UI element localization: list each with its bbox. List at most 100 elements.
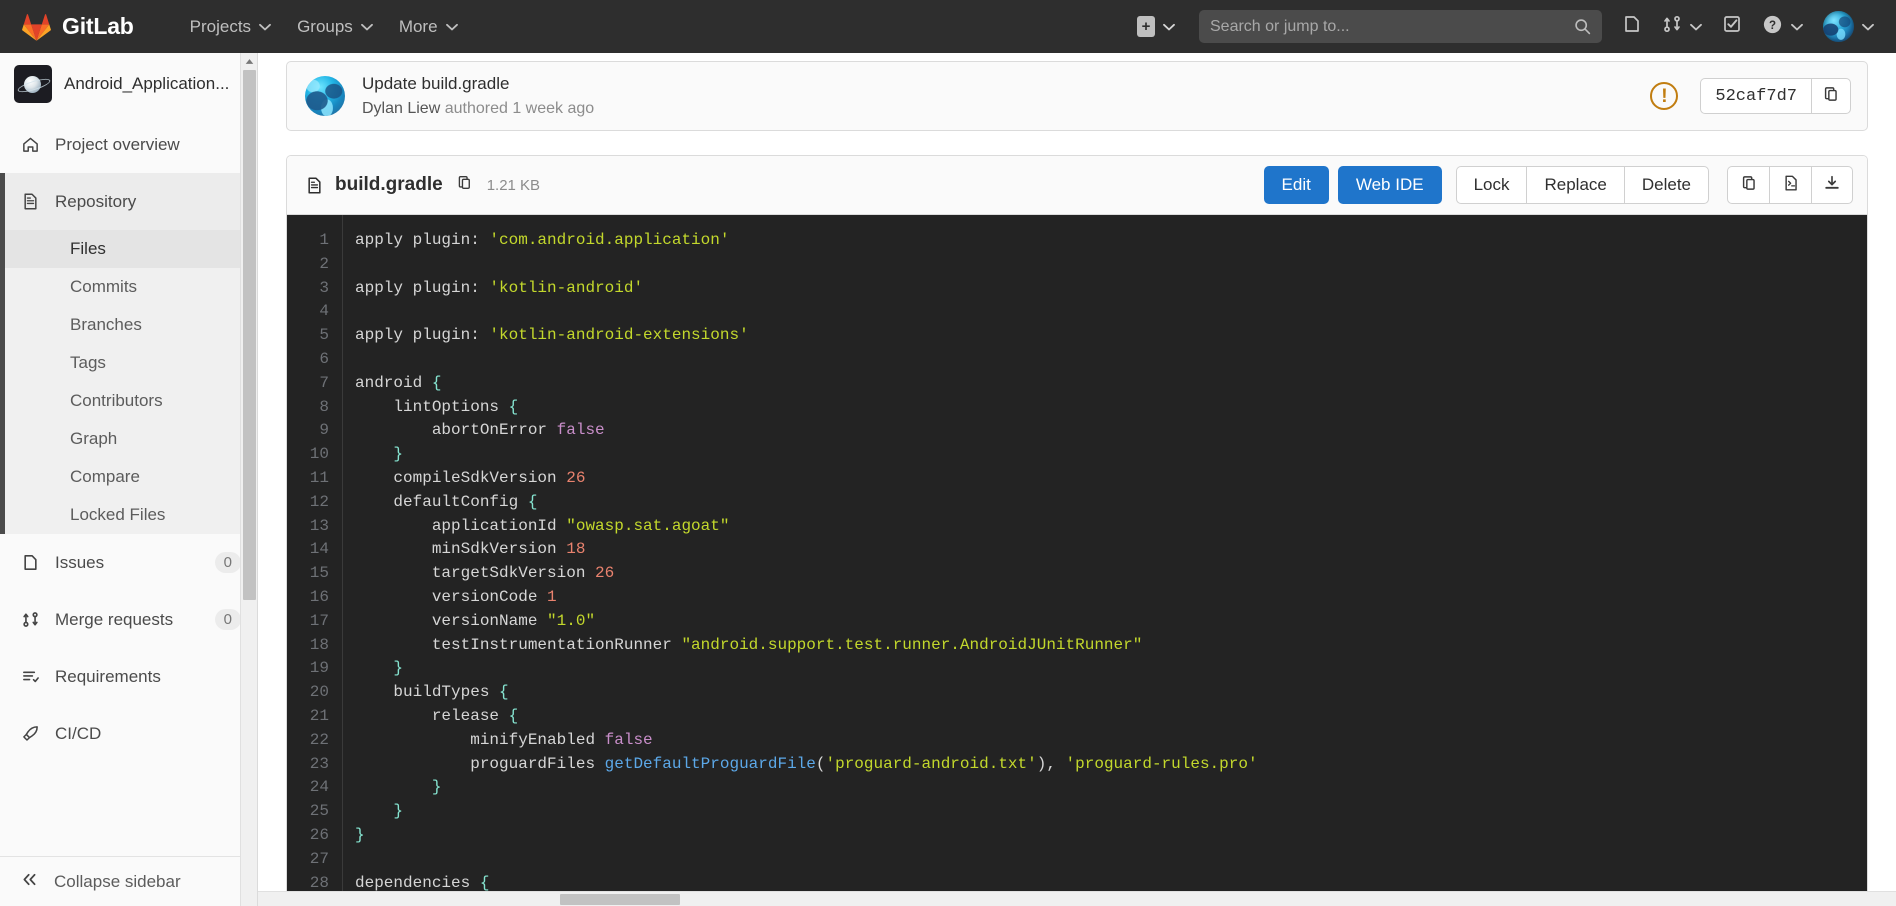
- line-number[interactable]: 8: [287, 396, 342, 420]
- sidebar-item-repository[interactable]: Repository: [0, 173, 257, 230]
- code-line: }: [355, 443, 1867, 467]
- top-navbar: GitLab Projects Groups More + Search or …: [0, 0, 1896, 53]
- line-number[interactable]: 4: [287, 300, 342, 324]
- line-number[interactable]: 12: [287, 491, 342, 515]
- sidebar-subitem-tags[interactable]: Tags: [0, 344, 257, 382]
- lock-button[interactable]: Lock: [1455, 166, 1527, 204]
- line-number[interactable]: 23: [287, 753, 342, 777]
- line-number[interactable]: 14: [287, 538, 342, 562]
- edit-button[interactable]: Edit: [1263, 166, 1329, 204]
- clipboard-icon: [456, 174, 473, 196]
- sidebar-subitem-commits[interactable]: Commits: [0, 268, 257, 306]
- search-icon: [1574, 18, 1591, 35]
- code-content[interactable]: apply plugin: 'com.android.application' …: [343, 215, 1867, 906]
- line-number[interactable]: 16: [287, 586, 342, 610]
- help-nav-button[interactable]: ?: [1762, 14, 1803, 40]
- code-token: false: [556, 421, 605, 440]
- line-number[interactable]: 22: [287, 729, 342, 753]
- open-raw-button[interactable]: [1769, 166, 1811, 204]
- scrollbar-thumb[interactable]: [243, 70, 256, 600]
- create-new-button[interactable]: +: [1135, 12, 1177, 41]
- line-number[interactable]: 2: [287, 253, 342, 277]
- horizontal-scrollbar[interactable]: [258, 891, 1896, 906]
- code-token: abortOnError: [355, 421, 557, 440]
- code-token: }: [355, 825, 365, 844]
- line-number[interactable]: 25: [287, 800, 342, 824]
- line-number[interactable]: 24: [287, 776, 342, 800]
- line-number[interactable]: 15: [287, 562, 342, 586]
- sidebar-subitem-locked-files[interactable]: Locked Files: [0, 496, 257, 534]
- nav-more[interactable]: More: [386, 11, 471, 43]
- delete-button[interactable]: Delete: [1623, 166, 1709, 204]
- rocket-icon: [20, 724, 40, 744]
- web-ide-button[interactable]: Web IDE: [1337, 166, 1442, 204]
- last-commit-card: Update build.gradle Dylan Liew authored …: [286, 61, 1868, 131]
- top-nav-links: Projects Groups More: [177, 11, 471, 43]
- commit-author-name[interactable]: Dylan Liew: [362, 100, 440, 117]
- sidebar-subitem-contributors[interactable]: Contributors: [0, 382, 257, 420]
- line-number[interactable]: 19: [287, 657, 342, 681]
- code-line: }: [355, 776, 1867, 800]
- project-sidebar: Android_Application... Project overview …: [0, 53, 258, 906]
- sidebar-subitem-files[interactable]: Files: [0, 230, 257, 268]
- sidebar-project-header[interactable]: Android_Application...: [0, 53, 257, 116]
- search-input[interactable]: [1210, 17, 1574, 36]
- sidebar-subitem-compare[interactable]: Compare: [0, 458, 257, 496]
- code-token: apply plugin:: [355, 326, 490, 345]
- sidebar-item-issues[interactable]: Issues 0: [0, 534, 257, 591]
- sidebar-scrollbar[interactable]: [240, 53, 257, 906]
- line-number[interactable]: 7: [287, 372, 342, 396]
- line-number[interactable]: 9: [287, 419, 342, 443]
- issues-nav-button[interactable]: [1622, 14, 1642, 39]
- sidebar-subitem-graph[interactable]: Graph: [0, 420, 257, 458]
- gitlab-home-link[interactable]: GitLab: [22, 13, 134, 41]
- code-token: {: [479, 873, 490, 892]
- code-token: compileSdkVersion: [355, 468, 567, 487]
- warning-exclamation-icon[interactable]: !: [1650, 82, 1679, 110]
- line-number[interactable]: 13: [287, 515, 342, 539]
- line-number[interactable]: 20: [287, 681, 342, 705]
- top-right-actions: + Search or jump to... ?: [1135, 10, 1896, 43]
- scrollbar-thumb[interactable]: [560, 894, 680, 905]
- line-number[interactable]: 3: [287, 277, 342, 301]
- sidebar-item-cicd[interactable]: CI/CD: [0, 705, 257, 762]
- line-number-gutter[interactable]: 1 2 3 4 5 6 7 8 9 10 11 12 13 14 15 16 17 18 19 20 21 22 23 24 2…: [287, 215, 343, 906]
- copy-file-path-button[interactable]: [456, 174, 473, 196]
- line-number[interactable]: 26: [287, 824, 342, 848]
- copy-sha-button[interactable]: [1811, 78, 1851, 114]
- commit-title[interactable]: Update build.gradle: [362, 73, 594, 96]
- replace-button[interactable]: Replace: [1526, 166, 1624, 204]
- line-number[interactable]: 18: [287, 634, 342, 658]
- sidebar-item-label: Merge requests: [55, 609, 174, 629]
- line-number[interactable]: 17: [287, 610, 342, 634]
- double-chevron-left-icon: [20, 870, 39, 894]
- line-number[interactable]: 21: [287, 705, 342, 729]
- nav-groups[interactable]: Groups: [284, 11, 386, 43]
- search-box[interactable]: [1199, 10, 1602, 43]
- line-number[interactable]: 11: [287, 467, 342, 491]
- line-number[interactable]: 27: [287, 848, 342, 872]
- code-line: versionName "1.0": [355, 610, 1867, 634]
- scroll-up-arrow-icon[interactable]: [241, 53, 258, 70]
- line-number[interactable]: 10: [287, 443, 342, 467]
- sidebar-item-project-overview[interactable]: Project overview: [0, 116, 257, 173]
- sidebar-item-label: Project overview: [55, 134, 180, 154]
- code-line: buildTypes {: [355, 681, 1867, 705]
- collapse-sidebar-button[interactable]: Collapse sidebar: [0, 856, 257, 906]
- line-number[interactable]: 1: [287, 229, 342, 253]
- copy-contents-button[interactable]: [1727, 166, 1769, 204]
- line-number[interactable]: 5: [287, 324, 342, 348]
- sidebar-subitem-branches[interactable]: Branches: [0, 306, 257, 344]
- line-number[interactable]: 6: [287, 348, 342, 372]
- chevron-down-icon: [1163, 23, 1175, 31]
- commit-sha[interactable]: 52caf7d7: [1700, 78, 1811, 114]
- user-menu-button[interactable]: [1823, 11, 1874, 42]
- nav-projects[interactable]: Projects: [177, 11, 284, 43]
- sidebar-item-merge-requests[interactable]: Merge requests 0: [0, 591, 257, 648]
- todos-nav-button[interactable]: [1722, 14, 1742, 39]
- download-button[interactable]: [1811, 166, 1853, 204]
- merge-requests-nav-button[interactable]: [1662, 14, 1702, 39]
- sidebar-item-requirements[interactable]: Requirements: [0, 648, 257, 705]
- commit-timestamp: authored 1 week ago: [444, 99, 595, 117]
